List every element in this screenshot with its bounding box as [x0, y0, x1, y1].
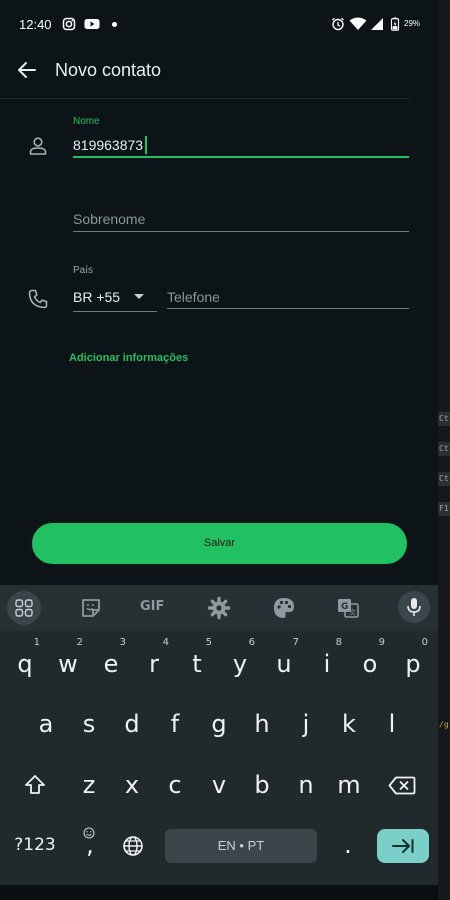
telefone-input[interactable]: Telefone	[167, 289, 220, 305]
phone-screen: 12:40 29% Novo contato Nome 819963873 So…	[0, 0, 438, 885]
key-w[interactable]: w2	[48, 637, 88, 690]
nome-input[interactable]: 819963873	[73, 137, 143, 153]
signal-icon	[371, 18, 383, 30]
background-window-strip: Ct Ct Ct F1 /g	[438, 0, 450, 900]
shift-key[interactable]	[15, 759, 55, 811]
key-y[interactable]: y6	[220, 637, 260, 690]
battery-icon	[390, 17, 400, 31]
voice-input-button[interactable]	[398, 591, 430, 623]
language-key[interactable]	[113, 819, 153, 871]
key-c[interactable]: c	[155, 759, 195, 811]
space-bar[interactable]: EN • PT	[165, 829, 317, 863]
app-bar: Novo contato	[0, 48, 438, 94]
alarm-icon	[332, 17, 344, 31]
key-q[interactable]: q1	[5, 637, 45, 690]
next-key[interactable]	[377, 829, 429, 863]
keyboard: GIF G 文 q 1 w 2 e 3 r 4 t 5 y 6 u 7 i 8 …	[0, 585, 438, 885]
key-j[interactable]: j	[286, 698, 326, 750]
nome-underline	[73, 156, 409, 158]
key-m[interactable]: m	[329, 759, 369, 811]
backspace-key[interactable]	[383, 759, 423, 811]
save-button[interactable]: Salvar	[32, 523, 407, 564]
svg-text:文: 文	[349, 608, 356, 617]
instagram-icon	[62, 17, 76, 31]
key-l[interactable]: l	[372, 698, 412, 750]
country-code-value: BR +55	[73, 289, 121, 305]
status-bar: 12:40 29%	[0, 8, 438, 40]
key-n[interactable]: n	[286, 759, 326, 811]
wifi-icon	[349, 17, 367, 30]
key-f[interactable]: f	[155, 698, 195, 750]
nome-label: Nome	[73, 116, 100, 127]
page-title: Novo contato	[55, 60, 162, 80]
key-b[interactable]: b	[242, 759, 282, 811]
phone-icon	[28, 289, 48, 309]
key-x[interactable]: x	[112, 759, 152, 811]
text-caret	[145, 136, 147, 154]
key-e[interactable]: e3	[91, 637, 131, 690]
key-d[interactable]: d	[112, 698, 152, 750]
app-bar-divider	[0, 98, 410, 99]
navigation-bar	[0, 885, 438, 900]
key-v[interactable]: v	[199, 759, 239, 811]
key-z[interactable]: z	[69, 759, 109, 811]
sticker-icon[interactable]	[78, 595, 104, 621]
emoji-icon	[83, 827, 95, 839]
key-r[interactable]: r4	[134, 637, 174, 690]
symbols-key[interactable]: ?123	[10, 819, 60, 871]
side-chip: /g	[439, 720, 449, 729]
key-o[interactable]: o9	[350, 637, 390, 690]
key-p[interactable]: p0	[393, 637, 433, 690]
key-t[interactable]: t5	[177, 637, 217, 690]
keyboard-toolbar: GIF G 文	[0, 585, 438, 631]
telefone-underline	[167, 308, 409, 309]
side-chip: Ct	[438, 472, 450, 486]
person-icon	[29, 137, 47, 155]
shift-arrow-icon	[25, 775, 45, 794]
grid-icon	[15, 599, 33, 617]
pais-label: País	[73, 265, 94, 276]
palette-icon[interactable]	[271, 595, 297, 621]
country-code-select[interactable]: BR +55	[73, 286, 157, 312]
key-i[interactable]: i8	[307, 637, 347, 690]
add-info-link[interactable]: Adicionar informações	[69, 352, 188, 364]
sobrenome-input[interactable]: Sobrenome	[73, 211, 145, 227]
translate-icon[interactable]: G 文	[335, 595, 361, 621]
key-g[interactable]: g	[199, 698, 239, 750]
period-key[interactable]: .	[328, 819, 368, 871]
status-time: 12:40	[19, 17, 52, 32]
key-k[interactable]: k	[329, 698, 369, 750]
key-s[interactable]: s	[69, 698, 109, 750]
gif-button[interactable]: GIF	[140, 599, 164, 614]
svg-text:G: G	[341, 602, 348, 612]
key-a[interactable]: a	[26, 698, 66, 750]
comma-key[interactable]: ,	[70, 819, 110, 871]
battery-percent: 29%	[404, 19, 421, 28]
sobrenome-underline	[73, 231, 409, 232]
country-code-underline	[73, 311, 157, 312]
next-arrow-icon	[392, 839, 414, 853]
side-chip: Ct	[438, 442, 450, 456]
youtube-icon	[84, 19, 100, 29]
side-chip: Ct	[438, 412, 450, 426]
side-chip: F1	[438, 502, 450, 516]
apps-grid-button[interactable]	[7, 591, 41, 625]
dropdown-arrow-icon	[134, 294, 144, 299]
globe-icon	[123, 836, 143, 856]
key-h[interactable]: h	[242, 698, 282, 750]
microphone-icon	[407, 598, 421, 616]
notification-dot	[112, 22, 117, 27]
settings-gear-icon[interactable]	[206, 595, 232, 621]
key-u[interactable]: u7	[264, 637, 304, 690]
backspace-icon	[388, 776, 416, 795]
arrow-left-icon[interactable]	[15, 58, 39, 82]
